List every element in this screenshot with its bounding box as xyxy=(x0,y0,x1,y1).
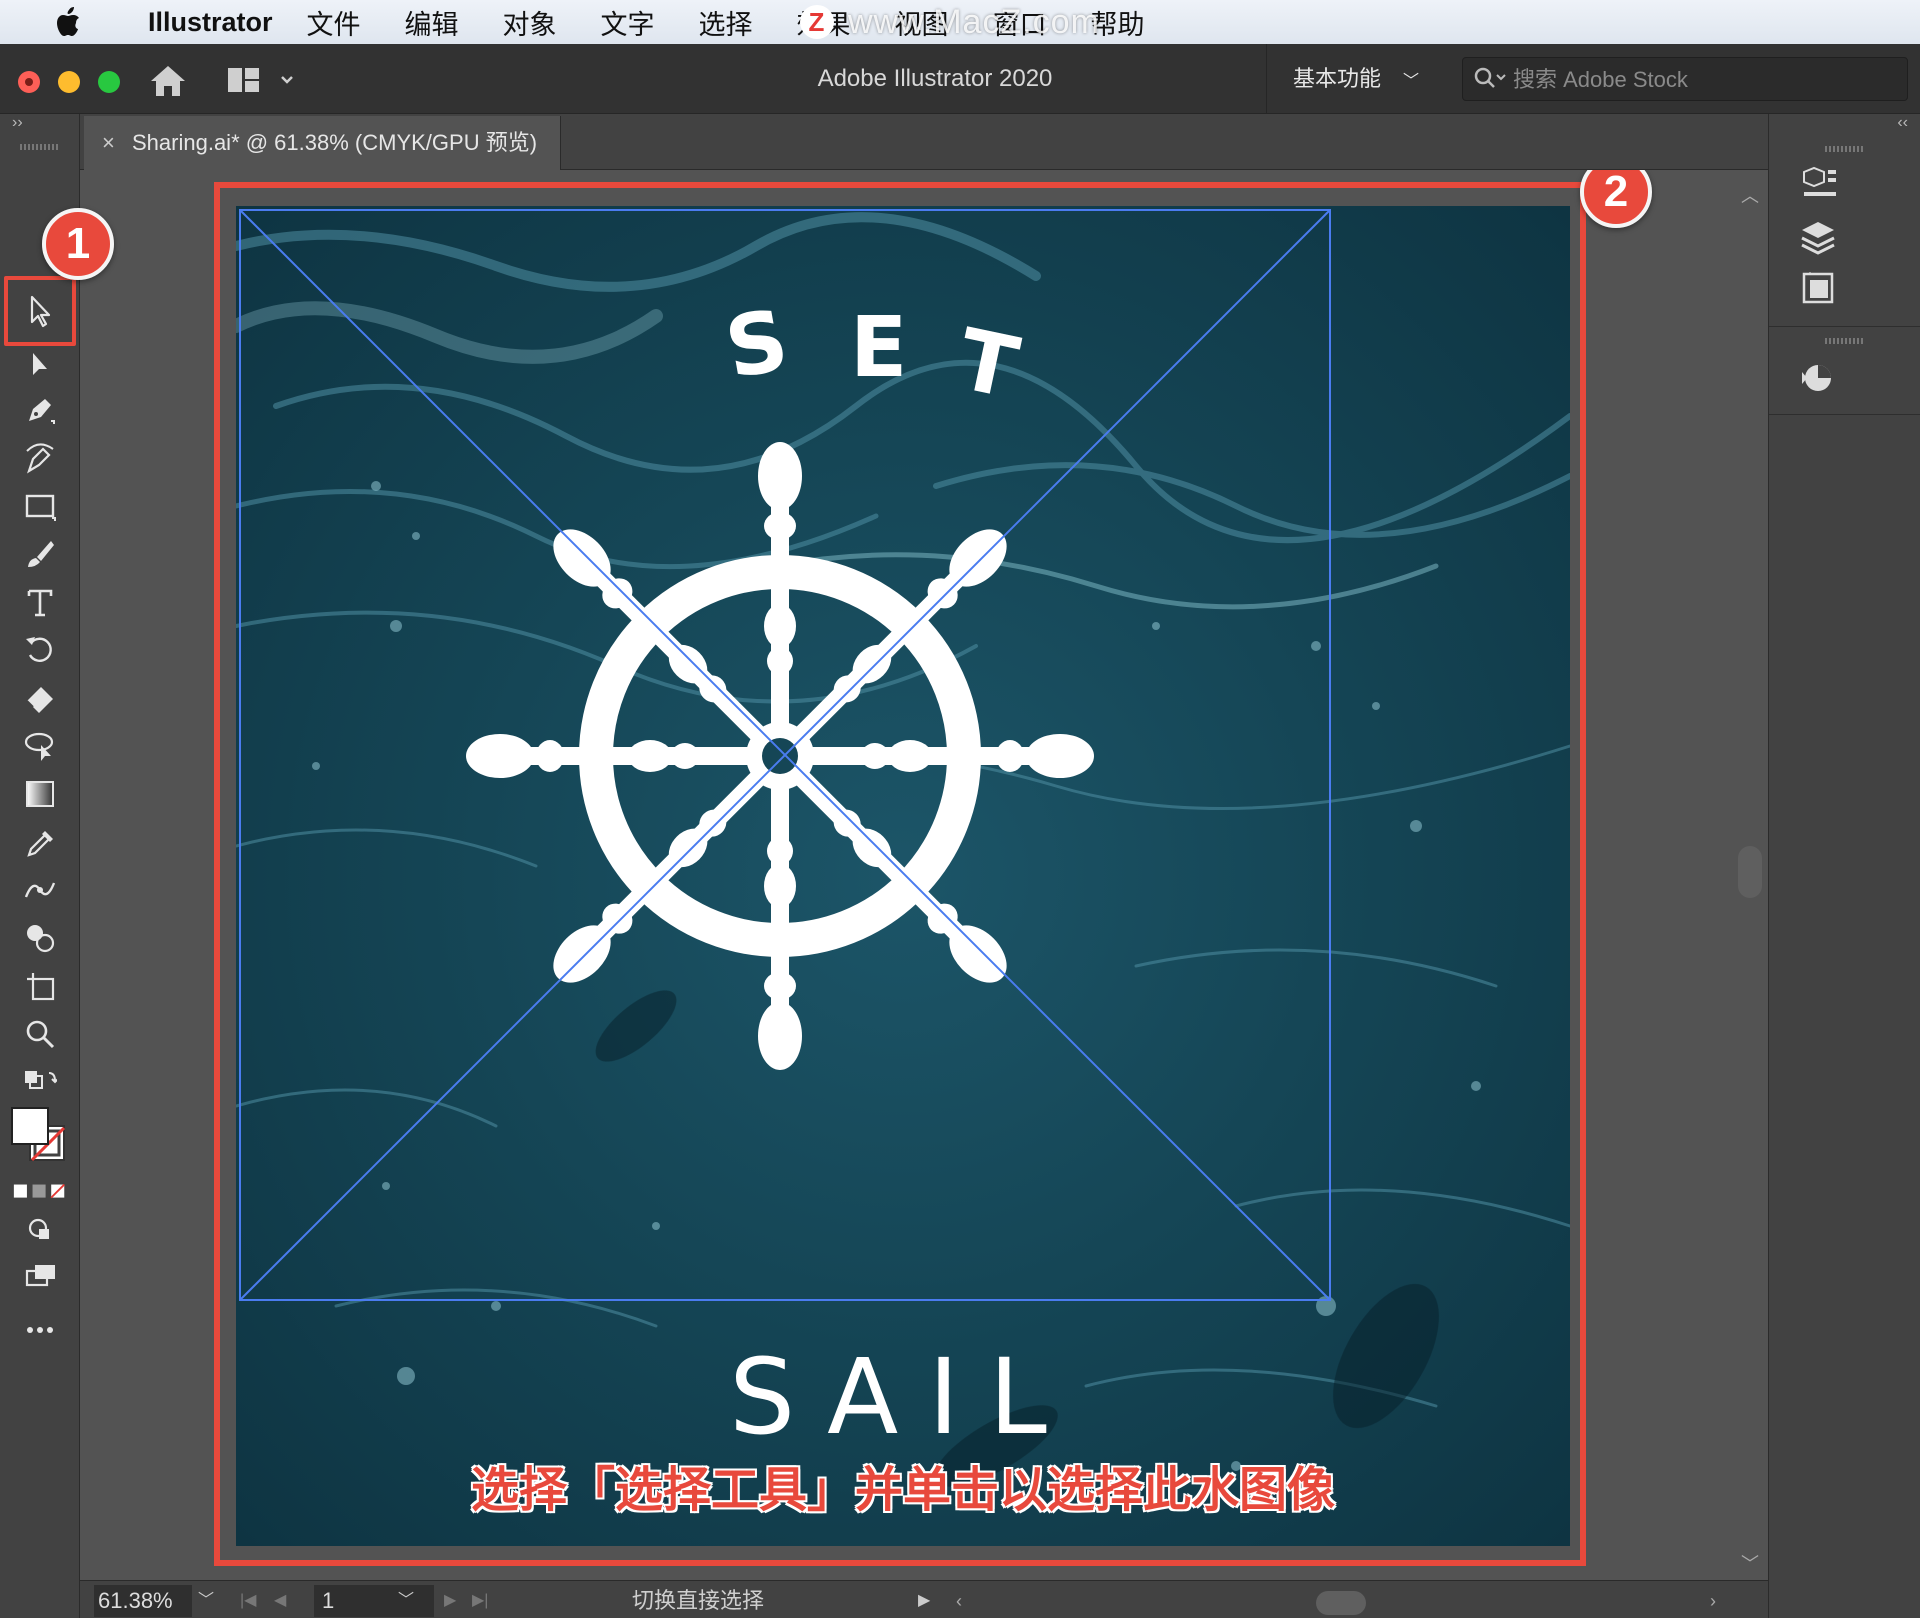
fill-stroke-swatch[interactable] xyxy=(8,1104,72,1168)
chevron-down-icon[interactable]: ﹀ xyxy=(398,1585,414,1617)
next-artboard-icon[interactable]: ▶ xyxy=(444,1585,456,1617)
lasso-tool[interactable] xyxy=(18,726,62,766)
shape-builder-tool[interactable] xyxy=(18,918,62,958)
scroll-thumb[interactable] xyxy=(1738,846,1762,898)
pen-tool[interactable] xyxy=(18,390,62,430)
eraser-tool[interactable] xyxy=(18,678,62,718)
properties-icon[interactable] xyxy=(1791,160,1845,208)
dock-grip[interactable] xyxy=(1825,338,1865,344)
scroll-right-icon[interactable]: › xyxy=(1710,1585,1716,1617)
step-badge-1: 1 xyxy=(42,208,114,280)
sail-text: SAIL xyxy=(729,1336,1077,1458)
horizontal-scroll-thumb[interactable] xyxy=(1316,1591,1366,1615)
water-image[interactable]: S E T SAIL 选择「选择工具」并单击以选择此水图像 xyxy=(236,206,1570,1546)
watermark: Z www.MacZ.com xyxy=(800,0,1100,44)
color-mode-icons[interactable] xyxy=(10,1172,70,1212)
color-guide-icon[interactable] xyxy=(1791,354,1845,402)
search-icon xyxy=(1473,66,1507,97)
screen-mode-icon[interactable] xyxy=(18,1256,62,1296)
gradient-tool[interactable] xyxy=(18,774,62,814)
direct-selection-tool[interactable] xyxy=(18,346,62,386)
stock-search-input[interactable] xyxy=(1511,62,1895,98)
wheel-spoke xyxy=(780,734,1094,778)
wheel-spoke xyxy=(758,756,802,1070)
wheel-spoke xyxy=(758,442,802,756)
menu-type[interactable]: 文字 xyxy=(601,3,655,42)
rotate-tool[interactable] xyxy=(18,630,62,670)
dock-separator xyxy=(1769,414,1920,415)
layers-icon[interactable] xyxy=(1791,214,1845,262)
collapse-panels-icon[interactable]: ‹‹ xyxy=(1897,114,1908,132)
last-artboard-icon[interactable]: ▶| xyxy=(472,1585,488,1617)
canvas[interactable]: S E T SAIL 选择「选择工具」并单击以选择此水图像 2 xyxy=(80,170,1768,1580)
rectangle-tool[interactable] xyxy=(18,486,62,526)
workspace-label: 基本功能 xyxy=(1293,66,1382,91)
panel-dock: ‹‹ xyxy=(1768,114,1920,1618)
instruction-caption: 选择「选择工具」并单击以选择此水图像 xyxy=(470,1463,1336,1518)
collapse-toolbar-icon[interactable]: ›› xyxy=(12,114,23,132)
scroll-up-icon[interactable]: ︿ xyxy=(1741,182,1759,208)
status-bar: 61.38% ﹀ |◀ ◀ 1 ﹀ ▶ ▶| 切换直接选择 ▶ ‹ › xyxy=(80,1580,1768,1618)
status-menu-arrow-icon[interactable]: ▶ xyxy=(918,1585,930,1617)
paintbrush-tool[interactable] xyxy=(18,534,62,574)
close-icon[interactable]: × xyxy=(102,116,115,170)
more-tools-icon[interactable] xyxy=(18,1310,62,1350)
width-tool[interactable] xyxy=(18,870,62,910)
tools-panel: ›› xyxy=(0,114,80,1618)
dock-separator xyxy=(1769,326,1920,327)
app-title-bar: Adobe Illustrator 2020 基本功能 ﹀ xyxy=(0,44,1920,114)
dock-grip[interactable] xyxy=(1825,146,1865,152)
menu-select[interactable]: 选择 xyxy=(699,3,753,42)
document-tab-bar: × Sharing.ai* @ 61.38% (CMYK/GPU 预览) xyxy=(80,114,1768,170)
type-tool[interactable] xyxy=(18,582,62,622)
zoom-tool[interactable] xyxy=(18,1014,62,1054)
zoom-level-field[interactable]: 61.38% xyxy=(94,1585,192,1617)
selection-tool[interactable] xyxy=(4,276,76,346)
artboard-number-field[interactable]: 1 xyxy=(314,1585,434,1617)
previous-artboard-icon[interactable]: ◀ xyxy=(274,1585,286,1617)
watermark-logo: Z xyxy=(800,5,834,39)
document-tab-title: Sharing.ai* @ 61.38% (CMYK/GPU 预览) xyxy=(132,130,538,155)
menu-edit[interactable]: 编辑 xyxy=(405,3,459,42)
chevron-down-icon[interactable]: ﹀ xyxy=(198,1585,214,1617)
document-tab[interactable]: × Sharing.ai* @ 61.38% (CMYK/GPU 预览) xyxy=(84,116,561,170)
menu-app-name[interactable]: Illustrator xyxy=(148,7,273,38)
stock-search-box[interactable] xyxy=(1462,57,1908,101)
artboard-tool[interactable] xyxy=(18,966,62,1006)
canvas-vertical-scrollbar[interactable]: ︿ ﹀ xyxy=(1734,170,1768,1580)
apple-icon[interactable] xyxy=(40,7,96,37)
wheel-spoke xyxy=(466,734,780,778)
workspace-switcher[interactable]: 基本功能 ﹀ xyxy=(1266,44,1426,114)
scroll-down-icon[interactable]: ﹀ xyxy=(1741,1550,1759,1576)
first-artboard-icon[interactable]: |◀ xyxy=(240,1585,256,1617)
draw-mode-icon[interactable] xyxy=(18,1210,62,1250)
scroll-left-icon[interactable]: ‹ xyxy=(956,1585,962,1617)
eyedropper-tool[interactable] xyxy=(18,822,62,862)
swap-fill-stroke-icon[interactable] xyxy=(18,1064,62,1104)
menu-file[interactable]: 文件 xyxy=(307,3,361,42)
watermark-text: www.MacZ.com xyxy=(848,2,1100,41)
menu-object[interactable]: 对象 xyxy=(503,3,557,42)
curvature-tool[interactable] xyxy=(18,438,62,478)
status-text: 切换直接选择 xyxy=(632,1588,765,1613)
toolbar-grip[interactable] xyxy=(20,144,58,150)
chevron-down-icon: ﹀ xyxy=(1403,73,1420,90)
step-badge-2: 2 xyxy=(1580,170,1652,228)
libraries-icon[interactable] xyxy=(1791,264,1845,312)
